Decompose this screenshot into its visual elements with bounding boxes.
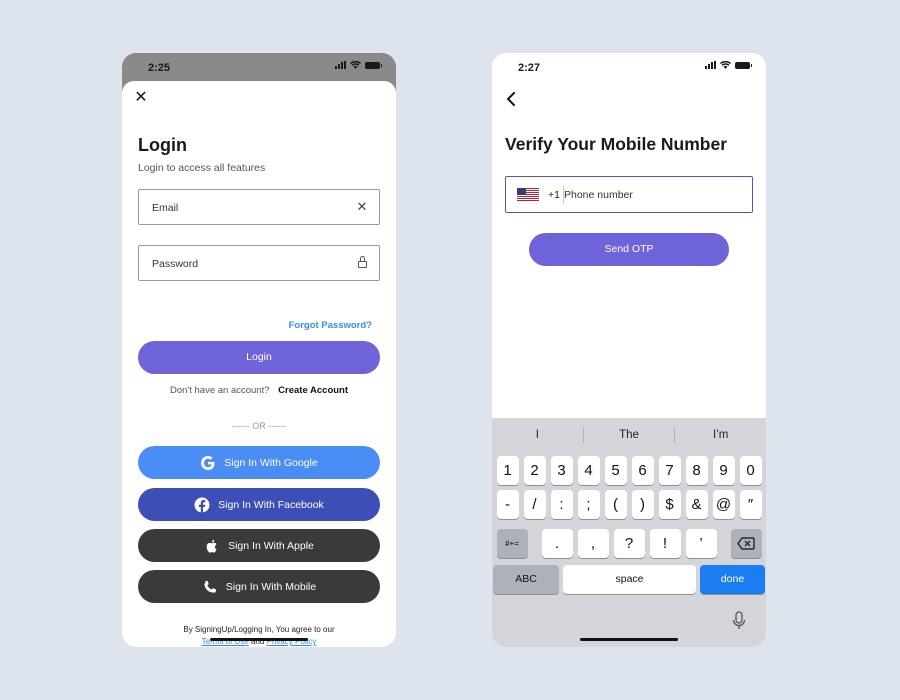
keyboard-row-symbols: - / : ; ( ) $ & @ ″ [495, 490, 763, 519]
phone-number-field[interactable]: +1 Phone number [505, 176, 753, 213]
key[interactable]: , [577, 529, 609, 558]
key[interactable]: ? [613, 529, 645, 558]
us-flag-icon[interactable] [517, 188, 539, 201]
battery-icon [735, 61, 752, 69]
key[interactable]: 6 [631, 456, 654, 485]
suggestion-item[interactable]: I [492, 418, 583, 452]
keyboard-row-punctuation: #+= . , ? ! ’ [495, 529, 763, 558]
key[interactable]: ’ [685, 529, 717, 558]
done-key[interactable]: done [700, 565, 765, 594]
keyboard-row-bottom: ABC space done [493, 565, 765, 594]
key[interactable]: . [541, 529, 573, 558]
phone-icon [204, 580, 216, 593]
home-indicator[interactable] [210, 638, 308, 641]
suggestion-item[interactable]: I’m [675, 418, 766, 452]
space-key[interactable]: space [563, 565, 696, 594]
apple-signin-label: Sign In With Apple [228, 539, 314, 552]
key[interactable]: ; [577, 490, 600, 519]
key[interactable]: ( [604, 490, 627, 519]
mobile-signin-button[interactable]: Sign In With Mobile [138, 570, 380, 603]
key[interactable]: - [496, 490, 519, 519]
key[interactable]: 5 [604, 456, 627, 485]
no-account-text: Don't have an account? [169, 385, 270, 396]
facebook-icon [194, 497, 210, 513]
key[interactable]: 3 [550, 456, 573, 485]
wifi-icon [350, 61, 361, 69]
key[interactable]: : [550, 490, 573, 519]
status-time: 2:27 [518, 62, 541, 74]
status-bar: 2:25 [122, 53, 396, 83]
verify-phone-screen: 2:27 Verify Your Mobile Number +1 Phone … [492, 53, 766, 647]
chevron-left-icon[interactable] [504, 91, 518, 107]
key[interactable]: & [685, 490, 708, 519]
terms-prefix: By SigningUp/Logging In, You agree to ou… [183, 625, 335, 634]
abc-key[interactable]: ABC [493, 565, 559, 594]
no-account-row: Don't have an account? Create Account [122, 385, 396, 396]
email-field[interactable]: Email ✕ [138, 189, 380, 225]
suggestion-item[interactable]: The [584, 418, 675, 452]
password-field[interactable]: Password [138, 245, 380, 281]
apple-signin-button[interactable]: Sign In With Apple [138, 529, 380, 562]
suggestion-bar: I The I’m [492, 418, 766, 452]
country-code[interactable]: +1 [548, 189, 560, 201]
page-subtitle: Login to access all features [138, 162, 266, 174]
facebook-signin-label: Sign In With Facebook [218, 498, 324, 511]
email-placeholder: Email [152, 202, 179, 214]
or-divider: ------ OR ------ [231, 421, 287, 431]
google-icon [201, 455, 215, 470]
create-account-link[interactable]: Create Account [278, 385, 348, 396]
symbols-key[interactable]: #+= [496, 529, 528, 558]
mobile-signin-label: Sign In With Mobile [225, 580, 317, 593]
login-button[interactable]: Login [138, 341, 380, 374]
backspace-key[interactable] [730, 529, 762, 558]
page-title: Login [138, 135, 187, 155]
facebook-signin-button[interactable]: Sign In With Facebook [138, 488, 380, 521]
key[interactable]: ! [649, 529, 681, 558]
password-placeholder: Password [152, 258, 199, 270]
clear-icon[interactable]: ✕ [355, 200, 369, 214]
key[interactable]: ) [631, 490, 654, 519]
key[interactable]: 1 [496, 456, 519, 485]
send-otp-button[interactable]: Send OTP [529, 233, 729, 266]
key[interactable]: @ [712, 490, 735, 519]
close-icon[interactable]: ✕ [134, 90, 148, 106]
key[interactable]: 4 [577, 456, 600, 485]
key[interactable]: 0 [739, 456, 762, 485]
home-indicator[interactable] [580, 638, 678, 641]
google-signin-button[interactable]: Sign In With Google [138, 446, 380, 479]
key[interactable]: 2 [523, 456, 546, 485]
apple-icon [206, 539, 217, 553]
status-icons [335, 61, 382, 69]
key[interactable]: 7 [658, 456, 681, 485]
forgot-password-link[interactable]: Forgot Password? [289, 320, 372, 331]
keyboard-row-digits: 1 2 3 4 5 6 7 8 9 0 [495, 456, 763, 485]
key[interactable]: 9 [712, 456, 735, 485]
key[interactable]: $ [658, 490, 681, 519]
phone-number-placeholder: Phone number [564, 189, 633, 201]
signal-icon [335, 61, 346, 69]
key[interactable]: / [523, 490, 546, 519]
key[interactable]: ″ [739, 490, 762, 519]
wifi-icon [720, 61, 731, 69]
signal-icon [705, 61, 716, 69]
google-signin-label: Sign In With Google [224, 456, 318, 469]
key[interactable]: 8 [685, 456, 708, 485]
page-title: Verify Your Mobile Number [505, 134, 728, 154]
microphone-icon[interactable] [732, 611, 746, 631]
backspace-icon [737, 537, 755, 550]
login-phone-screen: 2:25 ✕ Login Login to access all feature… [122, 53, 396, 647]
keyboard: I The I’m 1 2 3 4 5 6 7 8 9 0 - / : ; ( … [492, 418, 766, 647]
terms-text: By SigningUp/Logging In, You agree to ou… [122, 624, 396, 647]
login-sheet: ✕ Login Login to access all features Ema… [122, 81, 396, 647]
battery-icon [365, 61, 382, 69]
status-bar: 2:27 [492, 53, 766, 83]
status-time: 2:25 [148, 62, 171, 74]
status-icons [705, 61, 752, 69]
